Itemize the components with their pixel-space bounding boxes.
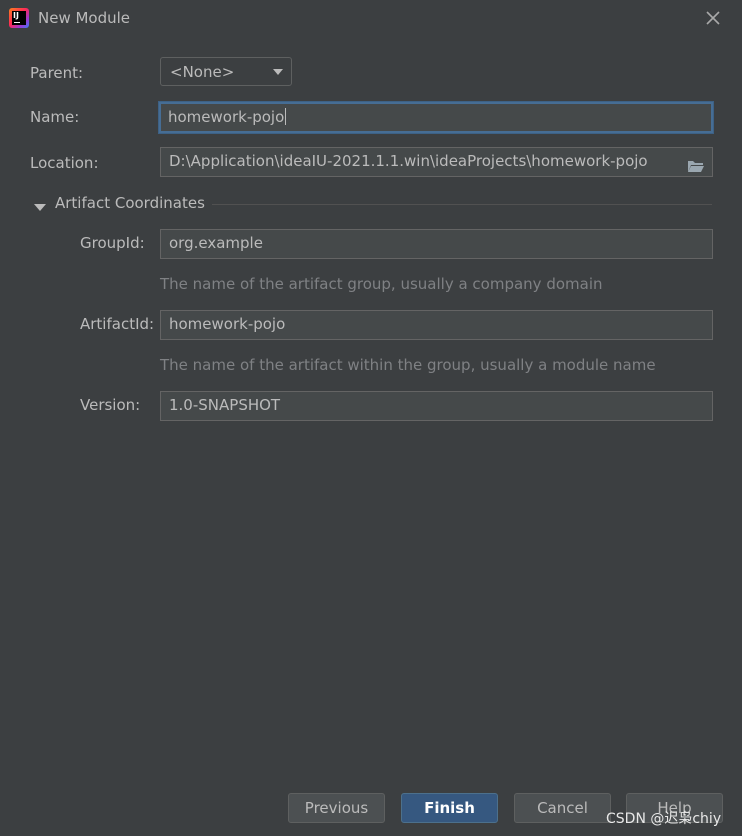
parent-dropdown[interactable]: <None> <box>160 57 292 86</box>
collapse-triangle-icon[interactable] <box>34 198 46 211</box>
name-input-value: homework-pojo <box>168 108 285 126</box>
chevron-down-icon <box>273 69 283 75</box>
location-input-value: D:\Application\ideaIU-2021.1.1.win\ideaP… <box>169 152 648 170</box>
group-id-label: GroupId: <box>80 234 145 252</box>
parent-dropdown-value: <None> <box>170 63 235 81</box>
artifact-id-input-value: homework-pojo <box>169 315 286 333</box>
text-caret <box>285 108 287 125</box>
close-icon[interactable] <box>702 7 724 29</box>
version-input-value: 1.0-SNAPSHOT <box>169 396 281 414</box>
artifact-id-label: ArtifactId: <box>80 315 155 333</box>
name-label: Name: <box>30 108 80 126</box>
folder-icon[interactable] <box>687 155 705 172</box>
intellij-idea-icon: IJ <box>9 8 29 28</box>
new-module-dialog: IJ New Module Parent: <None> Name: homew… <box>0 0 742 836</box>
artifact-section-title[interactable]: Artifact Coordinates <box>55 194 205 212</box>
artifact-id-input[interactable]: homework-pojo <box>160 310 713 340</box>
group-id-input[interactable]: org.example <box>160 229 713 259</box>
name-input[interactable]: homework-pojo <box>159 102 713 133</box>
location-input[interactable]: D:\Application\ideaIU-2021.1.1.win\ideaP… <box>160 147 713 177</box>
group-id-hint: The name of the artifact group, usually … <box>160 275 603 293</box>
finish-button[interactable]: Finish <box>401 793 498 823</box>
artifact-id-hint: The name of the artifact within the grou… <box>160 356 656 374</box>
group-id-input-value: org.example <box>169 234 263 252</box>
location-label: Location: <box>30 154 99 172</box>
section-divider <box>212 204 712 205</box>
version-input[interactable]: 1.0-SNAPSHOT <box>160 391 713 421</box>
parent-label: Parent: <box>30 64 84 82</box>
title-bar: IJ New Module <box>0 0 742 36</box>
previous-button[interactable]: Previous <box>288 793 385 823</box>
csdn-watermark: CSDN @迟枭chiy <box>606 811 722 827</box>
cancel-button[interactable]: Cancel <box>514 793 611 823</box>
dialog-title: New Module <box>38 9 131 27</box>
version-label: Version: <box>80 396 141 414</box>
